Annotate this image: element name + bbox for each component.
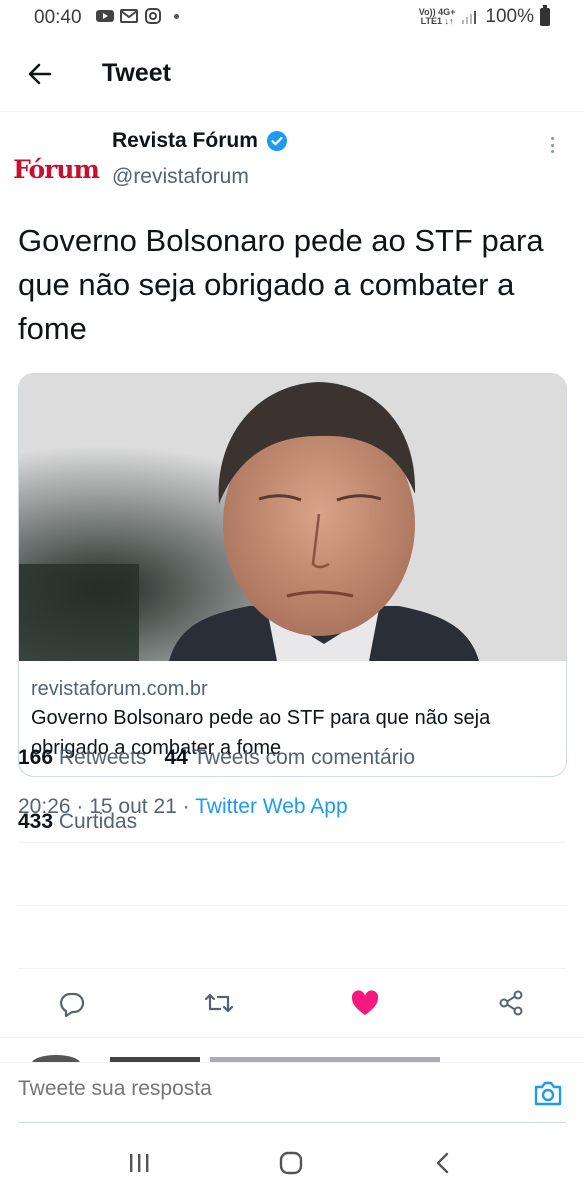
likes-count: 433	[18, 810, 54, 833]
retweets-label: Retweets	[58, 746, 147, 769]
divider	[0, 1037, 584, 1038]
instagram-icon	[145, 8, 161, 24]
battery-icon	[540, 5, 550, 26]
author-handle[interactable]: @revistaforum	[112, 165, 249, 189]
divider	[18, 968, 566, 969]
retweet-button[interactable]	[197, 981, 241, 1025]
home-button[interactable]	[271, 1143, 311, 1183]
likes-label: Curtidas	[58, 810, 138, 833]
more-dot	[550, 150, 554, 153]
retweet-icon	[204, 993, 234, 1013]
display-name[interactable]: Revista Fórum	[112, 129, 258, 153]
back-button[interactable]	[22, 56, 58, 92]
share-button[interactable]	[489, 981, 533, 1025]
back-nav-button[interactable]	[423, 1143, 463, 1183]
youtube-icon	[96, 10, 114, 22]
card-image[interactable]	[19, 374, 566, 661]
like-button[interactable]	[343, 981, 387, 1025]
card-domain: revistaforum.com.br	[31, 678, 208, 700]
reply-button[interactable]	[50, 981, 94, 1025]
likes-stat[interactable]: 433 Curtidas	[18, 810, 137, 834]
reply-composer	[0, 1062, 584, 1122]
recent-apps-icon	[130, 1154, 149, 1172]
quotes-count: 44	[164, 746, 188, 769]
divider	[18, 905, 566, 906]
gmail-icon	[120, 9, 138, 23]
avatar-logo-text: Fórum	[13, 154, 100, 184]
retweets-count: 166	[18, 746, 54, 769]
more-notifications-dot	[174, 13, 179, 19]
reply-underline	[18, 1122, 566, 1123]
recent-apps-button[interactable]	[119, 1143, 159, 1183]
camera-button[interactable]	[530, 1075, 566, 1111]
more-options-button[interactable]	[542, 135, 562, 155]
chevron-left-icon	[436, 1152, 449, 1174]
tweet-source-link[interactable]: Twitter Web App	[195, 795, 348, 818]
comment-icon	[60, 992, 85, 1017]
heart-icon	[351, 990, 379, 1015]
signal-icon	[462, 11, 477, 24]
author-name-row[interactable]: Revista Fórum	[112, 129, 288, 153]
tweet-text: Governo Bolsonaro pede ao STF para que n…	[18, 223, 544, 346]
quotes-label: Tweets com comentário	[193, 746, 416, 769]
reply-input[interactable]	[18, 1077, 498, 1101]
more-dot	[550, 143, 554, 147]
quotes-stat[interactable]: 44 Tweets com comentário	[164, 746, 415, 770]
retweets-stat[interactable]: 166 Retweets	[18, 746, 146, 770]
arrow-left-icon	[28, 63, 52, 85]
tweet-actions	[0, 981, 584, 1031]
home-icon	[279, 1151, 303, 1175]
status-right: Vo)) 4G+ LTE1 ↓↑ 100%	[418, 5, 550, 28]
status-time: 00:40	[34, 7, 82, 28]
avatar[interactable]: Fórum	[13, 131, 100, 207]
portrait-photo	[19, 374, 566, 661]
notification-icons	[96, 8, 179, 24]
page-title: Tweet	[102, 59, 171, 87]
meta-separator: ·	[182, 795, 196, 818]
link-card[interactable]: revistaforum.com.br Governo Bolsonaro pe…	[18, 373, 567, 777]
app-header: Tweet	[0, 36, 584, 112]
verified-badge-icon	[266, 131, 287, 151]
share-icon	[499, 990, 523, 1016]
engagement-stats: 166 Retweets 44 Tweets com comentário	[18, 746, 415, 770]
battery-percent: 100%	[485, 6, 534, 27]
divider	[18, 842, 566, 843]
network-indicator: Vo)) 4G+ LTE1 ↓↑	[418, 7, 456, 26]
status-bar: 00:40 Vo)) 4G+ LTE1 ↓↑ 100%	[0, 0, 584, 36]
more-dot	[550, 137, 554, 140]
system-navigation-bar	[0, 1125, 584, 1200]
camera-icon	[534, 1081, 562, 1106]
